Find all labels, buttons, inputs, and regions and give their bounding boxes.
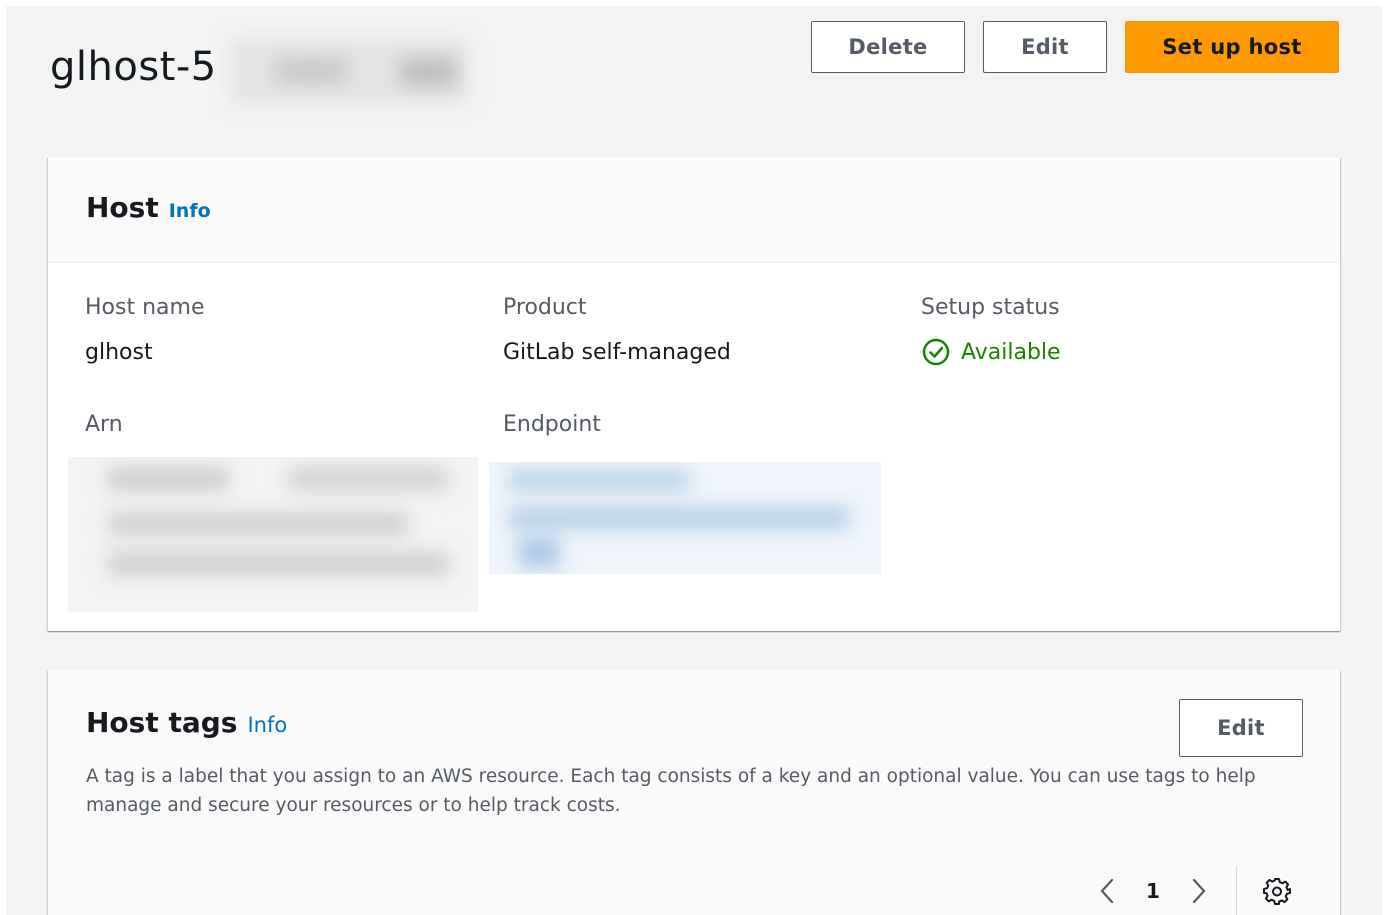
host-tags-card: Host tags Info Edit A tag is a label that… (48, 670, 1340, 915)
gear-icon (1262, 876, 1292, 906)
pagination-divider (1236, 866, 1237, 915)
host-name-value: glhost (85, 340, 153, 365)
chevron-right-icon (1188, 876, 1208, 906)
setup-status-text: Available (961, 339, 1061, 365)
host-tags-title-text: Host tags (86, 706, 238, 739)
redaction-blob (108, 512, 408, 536)
set-up-host-button-label: Set up host (1162, 35, 1302, 59)
host-name-label: Host name (85, 295, 205, 320)
arn-value-redacted (68, 457, 478, 612)
redacted-title-blob (401, 58, 456, 86)
endpoint-label: Endpoint (503, 412, 601, 437)
product-value: GitLab self-managed (503, 340, 731, 365)
edit-host-button[interactable]: Edit (983, 21, 1107, 73)
redacted-title-blob (276, 58, 346, 84)
host-card-title: Host Info (86, 191, 211, 224)
page-title: glhost-5 (50, 44, 217, 90)
status-available-icon (921, 337, 961, 367)
page: glhost-5 Delete Edit Set up host Host Inf… (6, 6, 1382, 915)
delete-button[interactable]: Delete (811, 21, 965, 73)
setup-status-label: Setup status (921, 295, 1060, 320)
next-page-button[interactable] (1178, 871, 1218, 911)
redaction-blob (288, 467, 448, 491)
host-info-link[interactable]: Info (169, 200, 211, 222)
host-tags-title: Host tags Info (86, 706, 287, 739)
delete-button-label: Delete (848, 35, 928, 59)
host-tags-info-link[interactable]: Info (247, 713, 287, 737)
current-page-number[interactable]: 1 (1128, 879, 1178, 903)
redaction-blob (108, 552, 448, 576)
endpoint-value-redacted (489, 462, 881, 574)
set-up-host-button[interactable]: Set up host (1125, 21, 1339, 73)
host-card-title-text: Host (86, 191, 159, 224)
redaction-blob (509, 470, 689, 490)
redaction-blob (509, 507, 849, 529)
chevron-left-icon (1098, 876, 1118, 906)
host-details-card: Host Info Host name glhost Product GitLab… (48, 157, 1340, 631)
pagination: 1 (1088, 866, 1297, 915)
edit-tags-button-label: Edit (1217, 716, 1265, 740)
edit-host-button-label: Edit (1021, 35, 1069, 59)
redaction-blob (519, 537, 559, 567)
edit-tags-button[interactable]: Edit (1179, 699, 1303, 757)
product-label: Product (503, 295, 587, 320)
preferences-button[interactable] (1257, 871, 1297, 911)
previous-page-button[interactable] (1088, 871, 1128, 911)
setup-status-value: Available (921, 337, 1061, 367)
host-card-header: Host Info (48, 157, 1340, 263)
tags-description: A tag is a label that you assign to an A… (86, 766, 1256, 816)
arn-label: Arn (85, 412, 123, 437)
redaction-blob (108, 467, 228, 491)
